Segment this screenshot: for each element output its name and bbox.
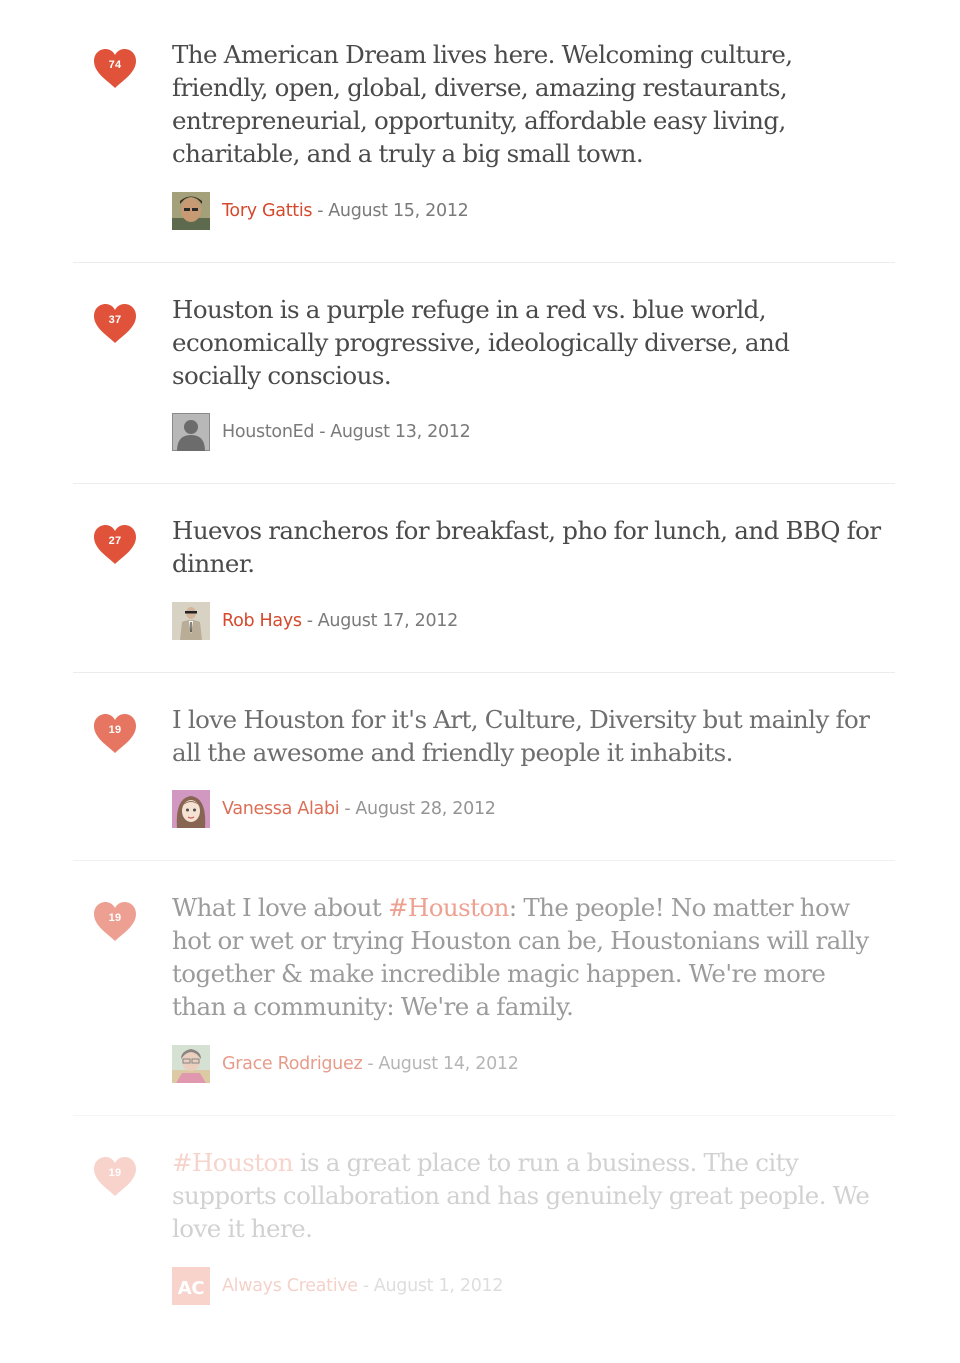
post-divider	[73, 672, 895, 673]
post-divider	[73, 262, 895, 263]
byline: Grace Rodriguez - August 14, 2012	[172, 1045, 519, 1083]
quote-text-segment: The American Dream lives here. Welcoming…	[172, 40, 793, 168]
quote-text-segment: Huevos rancheros for breakfast, pho for …	[172, 516, 881, 578]
like-count: 74	[108, 59, 122, 71]
like-count: 27	[108, 535, 122, 547]
byline-separator: -	[362, 1276, 369, 1296]
byline-separator: -	[319, 422, 326, 442]
quote-text: The American Dream lives here. Welcoming…	[172, 38, 884, 170]
post-date: August 14, 2012	[378, 1054, 519, 1074]
byline-separator: -	[344, 799, 351, 819]
like-heart-button[interactable]: 19	[91, 711, 139, 755]
like-count: 19	[108, 724, 122, 736]
byline: Rob Hays - August 17, 2012	[172, 602, 458, 640]
byline: AC Always Creative - August 1, 2012	[172, 1267, 504, 1305]
like-heart-button[interactable]: 37	[91, 301, 139, 345]
post-divider	[73, 483, 895, 484]
author-name-link[interactable]: Vanessa Alabi	[222, 799, 340, 819]
byline: HoustonEd - August 13, 2012	[172, 413, 471, 451]
author-avatar[interactable]	[172, 1045, 210, 1083]
quote-text-segment: What I love about	[172, 893, 388, 922]
quote-text-segment: Houston is a purple refuge in a red vs. …	[172, 295, 790, 390]
quote-text-segment: I love Houston for it's Art, Culture, Di…	[172, 705, 870, 767]
svg-text:AC: AC	[178, 1278, 205, 1299]
quote-text: I love Houston for it's Art, Culture, Di…	[172, 703, 884, 769]
like-heart-button[interactable]: 19	[91, 899, 139, 943]
author-name-link[interactable]: Tory Gattis	[222, 201, 313, 221]
post-divider	[73, 860, 895, 861]
author-name-link[interactable]: HoustonEd	[222, 422, 315, 442]
author-avatar[interactable]: AC	[172, 1267, 210, 1305]
hashtag-link[interactable]: #Houston	[172, 1148, 294, 1177]
author-name-link[interactable]: Always Creative	[222, 1276, 358, 1296]
author-name-link[interactable]: Grace Rodriguez	[222, 1054, 363, 1074]
quote-text: What I love about #Houston: The people! …	[172, 891, 884, 1023]
author-avatar[interactable]	[172, 413, 210, 451]
like-count: 37	[108, 314, 122, 326]
post-divider	[73, 1115, 895, 1116]
byline-separator: -	[367, 1054, 374, 1074]
post-date: August 1, 2012	[373, 1276, 504, 1296]
like-heart-button[interactable]: 27	[91, 522, 139, 566]
byline: Tory Gattis - August 15, 2012	[172, 192, 469, 230]
author-name-link[interactable]: Rob Hays	[222, 611, 302, 631]
post-date: August 28, 2012	[355, 799, 496, 819]
post-date: August 15, 2012	[328, 201, 469, 221]
quote-text: #Houston is a great place to run a busin…	[172, 1146, 884, 1245]
author-avatar[interactable]	[172, 192, 210, 230]
byline: Vanessa Alabi - August 28, 2012	[172, 790, 496, 828]
post-date: August 13, 2012	[330, 422, 471, 442]
byline-separator: -	[306, 611, 313, 631]
like-heart-button[interactable]: 74	[91, 46, 139, 90]
like-count: 19	[108, 912, 122, 924]
author-avatar[interactable]	[172, 790, 210, 828]
byline-separator: -	[317, 201, 324, 221]
author-avatar[interactable]	[172, 602, 210, 640]
quote-text: Houston is a purple refuge in a red vs. …	[172, 293, 884, 392]
quote-text: Huevos rancheros for breakfast, pho for …	[172, 514, 884, 580]
hashtag-link[interactable]: #Houston	[388, 893, 510, 922]
post-date: August 17, 2012	[317, 611, 459, 631]
like-count: 19	[108, 1167, 122, 1179]
like-heart-button[interactable]: 19	[91, 1154, 139, 1198]
